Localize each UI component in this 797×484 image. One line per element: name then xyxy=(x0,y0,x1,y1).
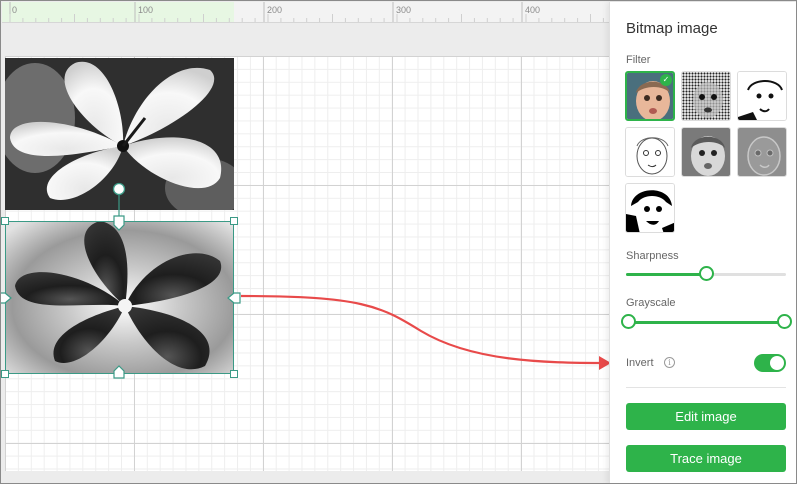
resize-handle-right[interactable] xyxy=(227,292,241,304)
rotate-handle[interactable] xyxy=(112,182,126,196)
info-icon[interactable]: i xyxy=(664,357,675,368)
resize-handle-bottom[interactable] xyxy=(113,365,125,379)
grayscale-slider-fill xyxy=(626,321,786,324)
sharpness-slider-knob[interactable] xyxy=(698,266,714,281)
app-window: 0 100 200 300 400 Bitmap image Filter ✓ … xyxy=(0,0,797,484)
invert-label: Invert xyxy=(626,357,654,369)
invert-toggle-knob xyxy=(770,356,784,370)
edit-image-button[interactable]: Edit image xyxy=(626,403,786,430)
filter-thumb-threshold-light[interactable] xyxy=(737,71,787,121)
filter-label: Filter xyxy=(626,54,651,66)
filter-thumb-halftone[interactable] xyxy=(681,71,731,121)
invert-row: Invert i xyxy=(626,354,786,374)
grayscale-slider-max-knob[interactable] xyxy=(776,314,792,329)
trace-image-button[interactable]: Trace image xyxy=(626,445,786,472)
resize-handle-left[interactable] xyxy=(1,292,12,304)
panel-title: Bitmap image xyxy=(626,20,718,37)
selection-overlay xyxy=(1,182,611,379)
selected-check-icon: ✓ xyxy=(660,74,672,86)
resize-handle-top[interactable] xyxy=(113,215,125,231)
filter-thumb-emboss[interactable] xyxy=(737,127,787,177)
panel-divider xyxy=(626,387,786,388)
sharpness-label: Sharpness xyxy=(626,250,679,262)
filter-thumb-sketch[interactable] xyxy=(625,127,675,177)
grayscale-label: Grayscale xyxy=(626,297,676,309)
filter-grid: ✓ xyxy=(625,71,787,241)
sharpness-slider-fill xyxy=(626,273,706,276)
annotation-arrow xyxy=(240,294,609,365)
invert-toggle[interactable] xyxy=(754,354,786,372)
bitmap-properties-panel: Bitmap image Filter ✓ Sharpness Grayscal… xyxy=(609,2,796,483)
filter-thumb-threshold-dark[interactable] xyxy=(625,183,675,233)
filter-thumb-original[interactable]: ✓ xyxy=(625,71,675,121)
grayscale-slider-min-knob[interactable] xyxy=(620,314,636,329)
filter-thumb-grayscale[interactable] xyxy=(681,127,731,177)
